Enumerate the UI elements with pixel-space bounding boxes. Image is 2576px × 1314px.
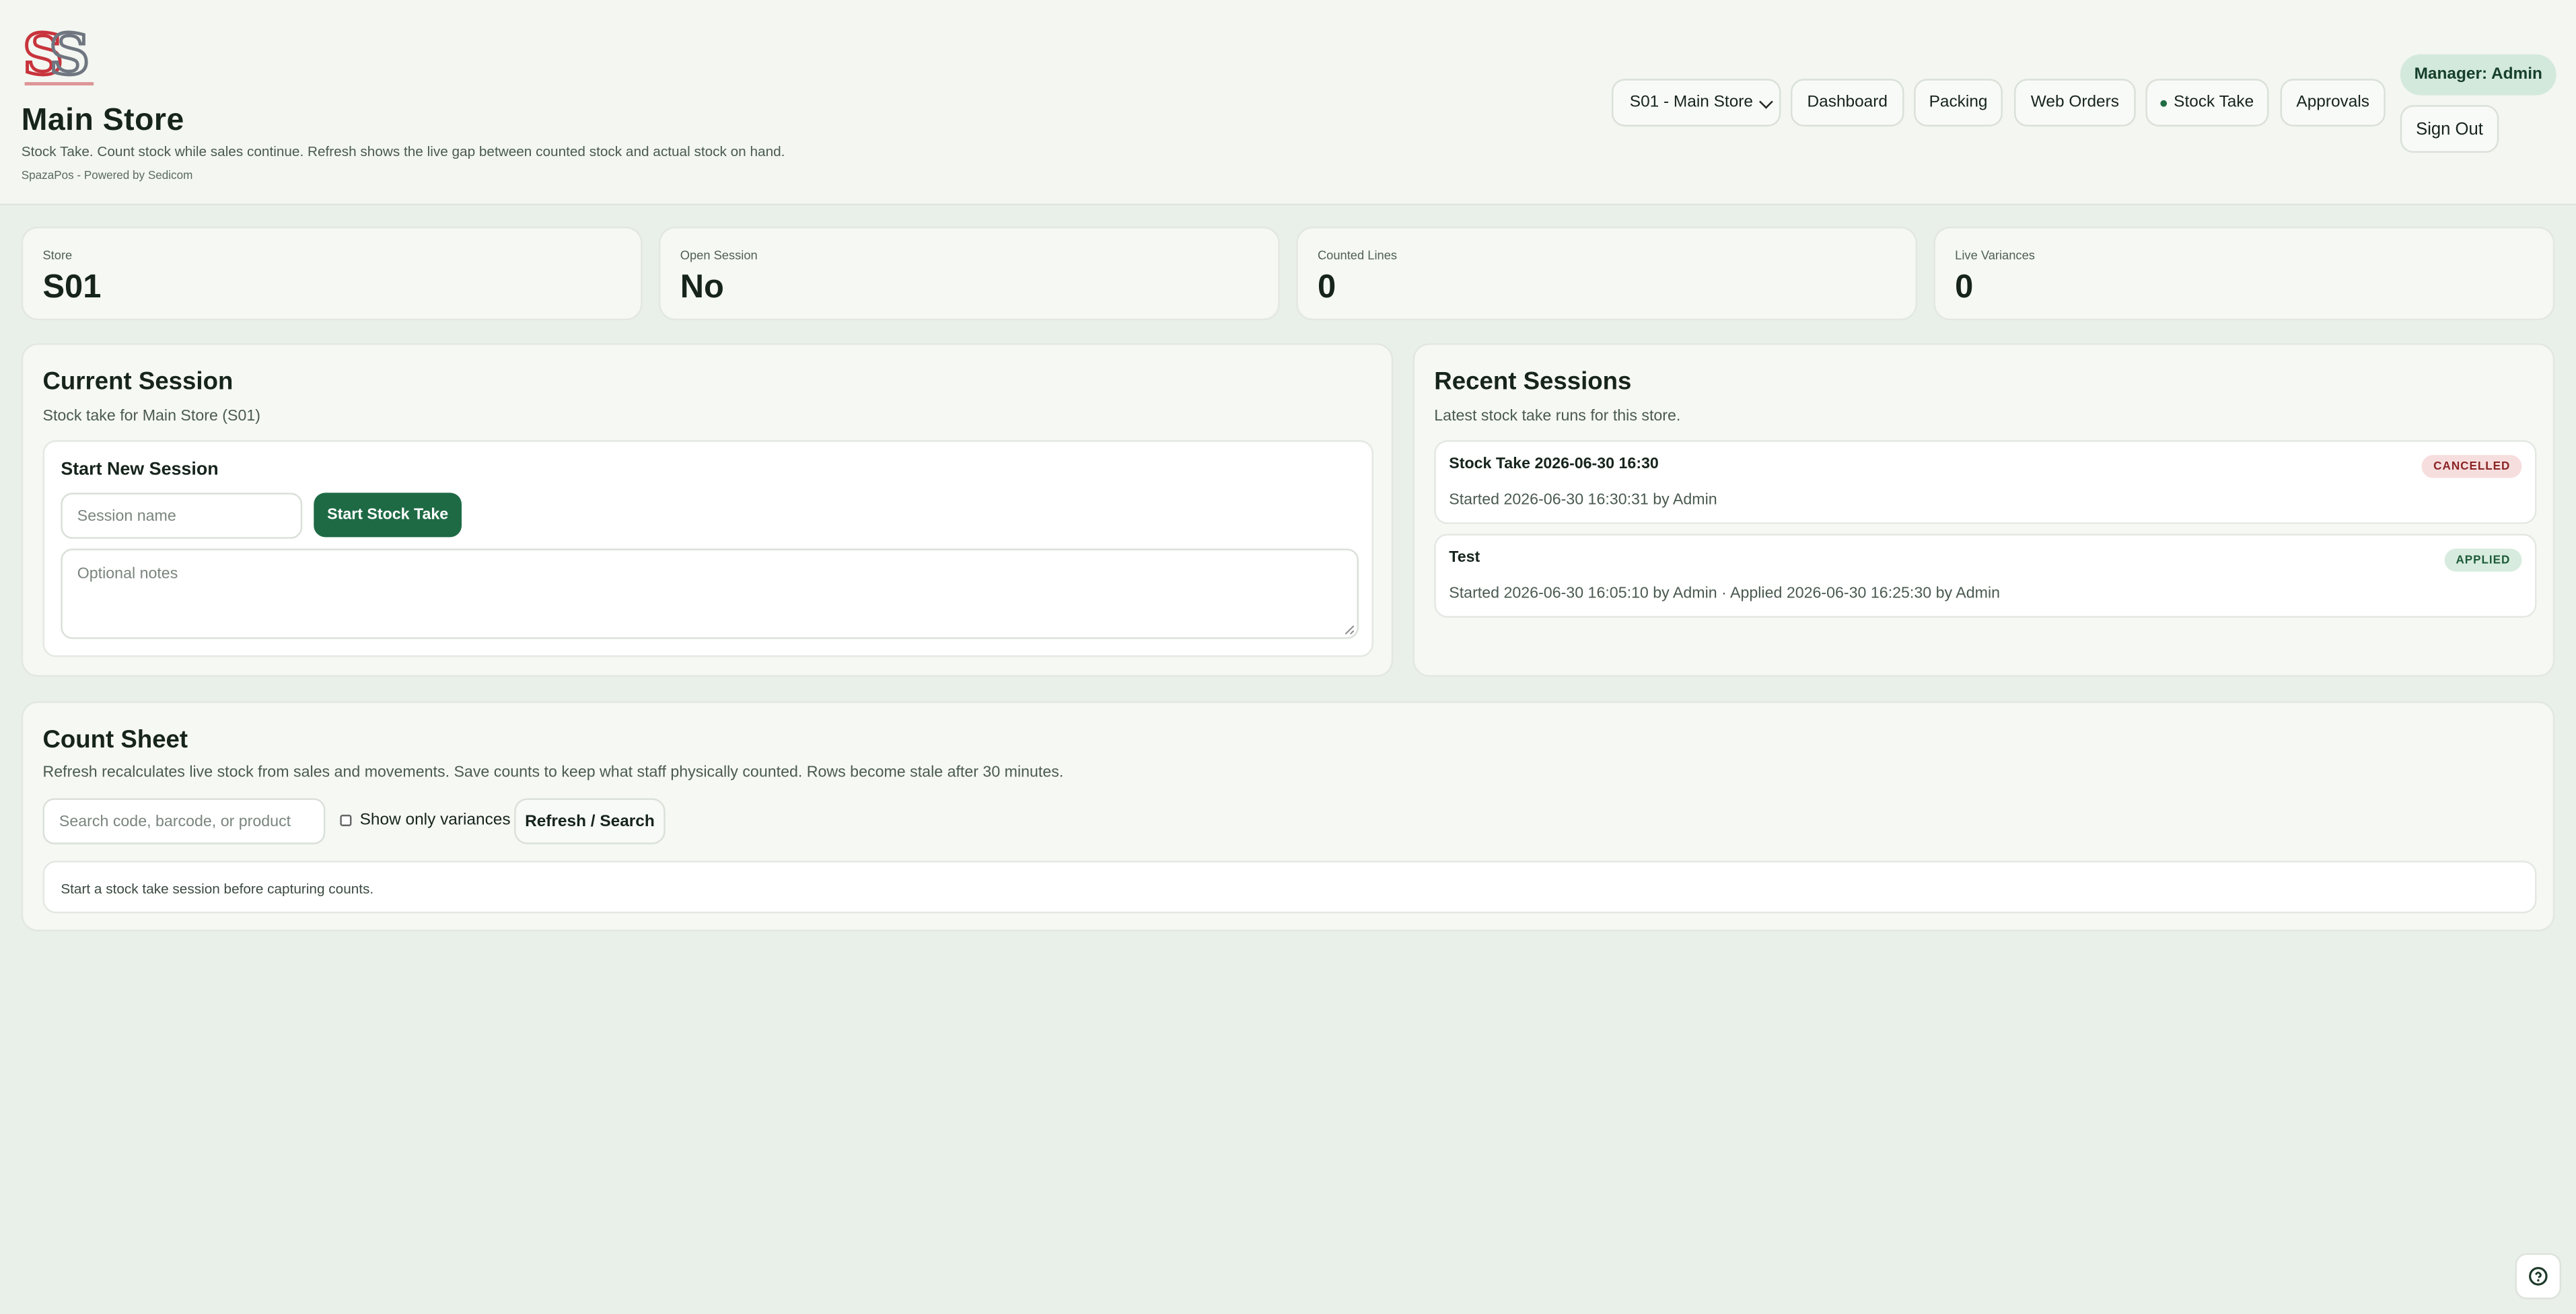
- nav-web-orders[interactable]: Web Orders: [2014, 79, 2136, 126]
- empty-message: Start a stock take session before captur…: [61, 880, 374, 897]
- stat-label: Open Session: [680, 248, 758, 263]
- count-sheet-empty-box: Start a stock take session before captur…: [42, 861, 2537, 914]
- session-item-name: Stock Take 2026-06-30 16:30: [1449, 455, 1659, 474]
- store-select-value: S01 - Main Store: [1629, 94, 1754, 112]
- stat-label: Store: [42, 248, 73, 263]
- section-title: Count Sheet: [42, 726, 188, 754]
- session-name-input[interactable]: Session name: [61, 492, 303, 539]
- help-chat-icon: [2529, 1267, 2548, 1286]
- company-logo: S S: [22, 20, 97, 92]
- count-search-placeholder: Search code, barcode, or product: [59, 812, 291, 831]
- nav-dashboard-label: Dashboard: [1807, 94, 1888, 112]
- stat-value: 0: [1955, 269, 1974, 306]
- top-header: S S Main Store Stock Take. Count stock w…: [0, 0, 2576, 206]
- stat-label: Counted Lines: [1317, 248, 1398, 263]
- nav-dashboard[interactable]: Dashboard: [1791, 79, 1904, 126]
- refresh-search-button[interactable]: Refresh / Search: [514, 798, 666, 844]
- section-subtitle: Stock take for Main Store (S01): [42, 407, 261, 426]
- stat-value: No: [680, 269, 724, 306]
- section-subtitle: Latest stock take runs for this store.: [1434, 407, 1681, 426]
- status-badge: APPLIED: [2444, 548, 2522, 572]
- stat-value: S01: [42, 269, 102, 306]
- stat-label: Live Variances: [1955, 248, 2035, 263]
- notes-placeholder: Optional notes: [77, 564, 178, 583]
- nav-approvals-label: Approvals: [2296, 94, 2369, 112]
- count-sheet-panel: Count Sheet Refresh recalculates live st…: [21, 701, 2555, 932]
- recent-sessions-panel: Recent Sessions Latest stock take runs f…: [1412, 343, 2555, 677]
- stat-card-live-variances: Live Variances 0: [1933, 226, 2555, 321]
- show-variances-checkbox[interactable]: [340, 814, 352, 826]
- session-name-placeholder: Session name: [77, 507, 176, 525]
- section-title: Recent Sessions: [1434, 367, 1632, 396]
- session-item-meta: Started 2026-06-30 16:05:10 by Admin · A…: [1449, 585, 2001, 603]
- status-badge: CANCELLED: [2422, 455, 2522, 478]
- nav-packing-label: Packing: [1929, 94, 1988, 112]
- start-stock-take-button[interactable]: Start Stock Take: [314, 492, 462, 538]
- page-subtitle: Stock Take. Count stock while sales cont…: [21, 143, 785, 159]
- sign-out-label: Sign Out: [2416, 118, 2483, 139]
- stat-card-open-session: Open Session No: [658, 226, 1280, 321]
- refresh-search-label: Refresh / Search: [525, 812, 655, 831]
- nav-stock-take[interactable]: Stock Take: [2145, 79, 2269, 126]
- nav-packing[interactable]: Packing: [1914, 79, 2003, 126]
- page-title: Main Store: [21, 103, 184, 139]
- store-select[interactable]: S01 - Main Store: [1611, 79, 1781, 126]
- count-search-input[interactable]: Search code, barcode, or product: [42, 798, 326, 844]
- session-item-name: Test: [1449, 548, 1480, 567]
- section-subtitle: Refresh recalculates live stock from sal…: [42, 764, 1064, 782]
- help-button[interactable]: [2515, 1253, 2562, 1300]
- section-title: Current Session: [42, 367, 234, 396]
- manager-badge: Manager: Admin: [2400, 54, 2556, 96]
- stat-card-counted-lines: Counted Lines 0: [1296, 226, 1918, 321]
- current-session-panel: Current Session Stock take for Main Stor…: [21, 343, 1394, 677]
- stat-card-store: Store S01: [21, 226, 643, 321]
- powered-by: SpazaPos - Powered by Sedicom: [21, 170, 193, 182]
- notes-textarea[interactable]: Optional notes: [61, 548, 1359, 639]
- chevron-down-icon: [1759, 95, 1773, 109]
- sign-out-button[interactable]: Sign Out: [2400, 105, 2499, 153]
- nav-stock-take-label: Stock Take: [2174, 94, 2254, 112]
- show-variances-label: Show only variances: [359, 811, 511, 830]
- active-dot-icon: [2160, 99, 2168, 106]
- session-item[interactable]: Stock Take 2026-06-30 16:30 Started 2026…: [1434, 440, 2537, 524]
- stat-value: 0: [1317, 269, 1336, 306]
- start-stock-take-label: Start Stock Take: [327, 505, 449, 524]
- svg-text:S: S: [49, 22, 90, 87]
- start-session-box: Start New Session Session name Start Sto…: [42, 440, 1373, 657]
- resize-handle-icon[interactable]: [1344, 624, 1355, 636]
- session-item[interactable]: Test Started 2026-06-30 16:05:10 by Admi…: [1434, 534, 2537, 618]
- start-session-title: Start New Session: [61, 460, 219, 480]
- nav-web-orders-label: Web Orders: [2030, 94, 2119, 112]
- session-item-meta: Started 2026-06-30 16:30:31 by Admin: [1449, 490, 1717, 509]
- nav-approvals[interactable]: Approvals: [2280, 79, 2386, 126]
